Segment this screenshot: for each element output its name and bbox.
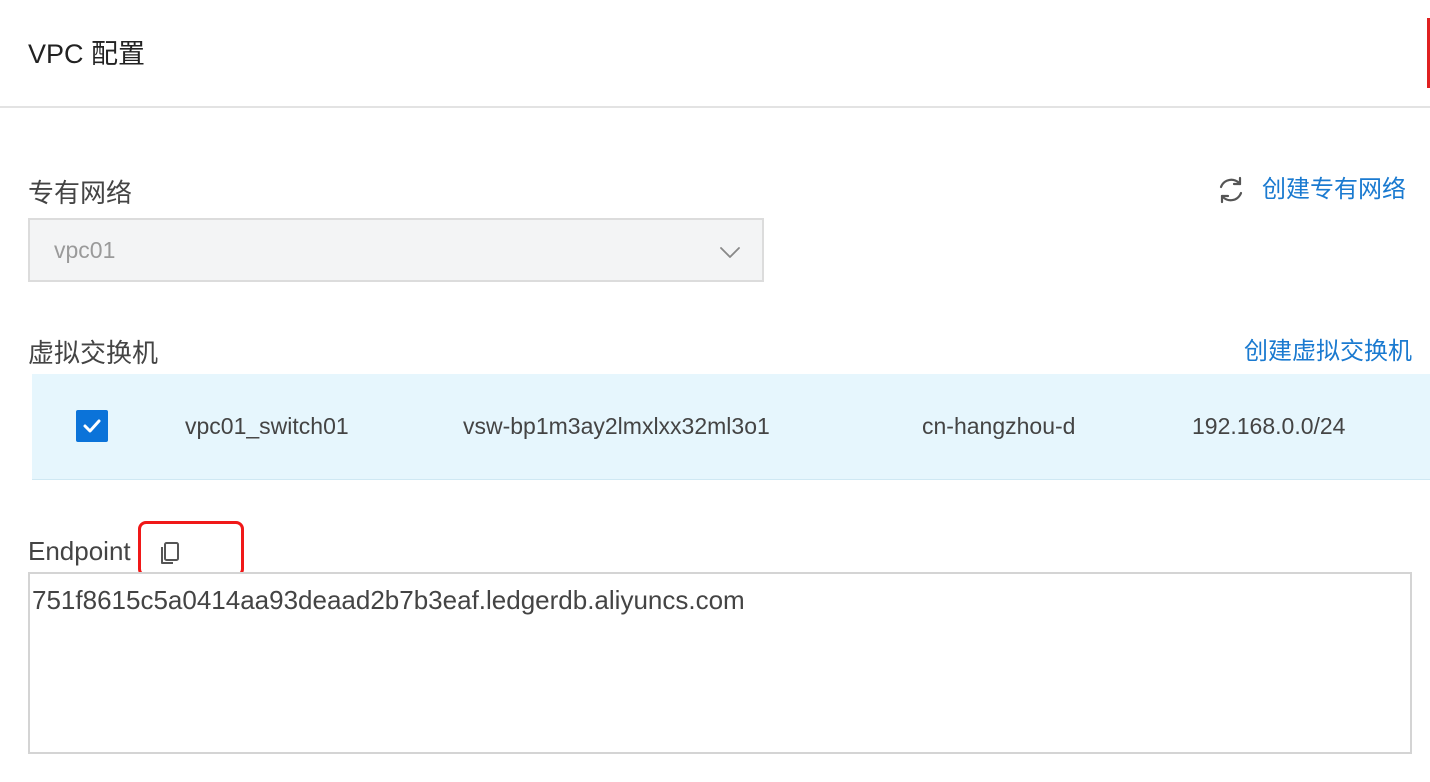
vpc-select-value: vpc01 bbox=[54, 237, 116, 263]
vswitch-zone: cn-hangzhou-d bbox=[922, 413, 1076, 439]
create-vswitch-link-group: 创建虚拟交换机 bbox=[1244, 334, 1412, 370]
vpc-label: 专有网络 bbox=[28, 178, 133, 208]
annotation-highlight-box bbox=[138, 521, 244, 577]
page-title: VPC 配置 bbox=[28, 39, 146, 69]
vswitch-label: 虚拟交换机 bbox=[28, 338, 159, 368]
vpc-config-panel: VPC 配置 专有网络 创建专有网络 vpc01 虚拟交换机 创建虚拟交换机 v… bbox=[0, 0, 1430, 782]
chevron-down-icon bbox=[720, 247, 740, 258]
create-vpc-link-group: 创建专有网络 bbox=[1216, 172, 1406, 208]
vswitch-row[interactable]: vpc01_switch01 vsw-bp1m3ay2lmxlxx32ml3o1… bbox=[32, 374, 1430, 480]
vswitch-cidr: 192.168.0.0/24 bbox=[1192, 413, 1346, 439]
refresh-icon[interactable] bbox=[1216, 175, 1246, 205]
copy-icon[interactable] bbox=[158, 540, 182, 566]
panel-header: VPC 配置 bbox=[0, 0, 1430, 108]
vswitch-id: vsw-bp1m3ay2lmxlxx32ml3o1 bbox=[463, 413, 770, 439]
endpoint-value: 751f8615c5a0414aa93deaad2b7b3eaf.ledgerd… bbox=[32, 585, 745, 615]
endpoint-textarea[interactable]: 751f8615c5a0414aa93deaad2b7b3eaf.ledgerd… bbox=[28, 572, 1412, 754]
vswitch-name: vpc01_switch01 bbox=[185, 413, 349, 439]
create-vswitch-link[interactable]: 创建虚拟交换机 bbox=[1244, 334, 1412, 370]
vpc-select[interactable]: vpc01 bbox=[28, 218, 764, 282]
check-icon bbox=[83, 419, 101, 433]
create-vpc-link[interactable]: 创建专有网络 bbox=[1262, 172, 1406, 208]
endpoint-label: Endpoint bbox=[28, 536, 131, 566]
vswitch-checkbox[interactable] bbox=[76, 410, 108, 442]
